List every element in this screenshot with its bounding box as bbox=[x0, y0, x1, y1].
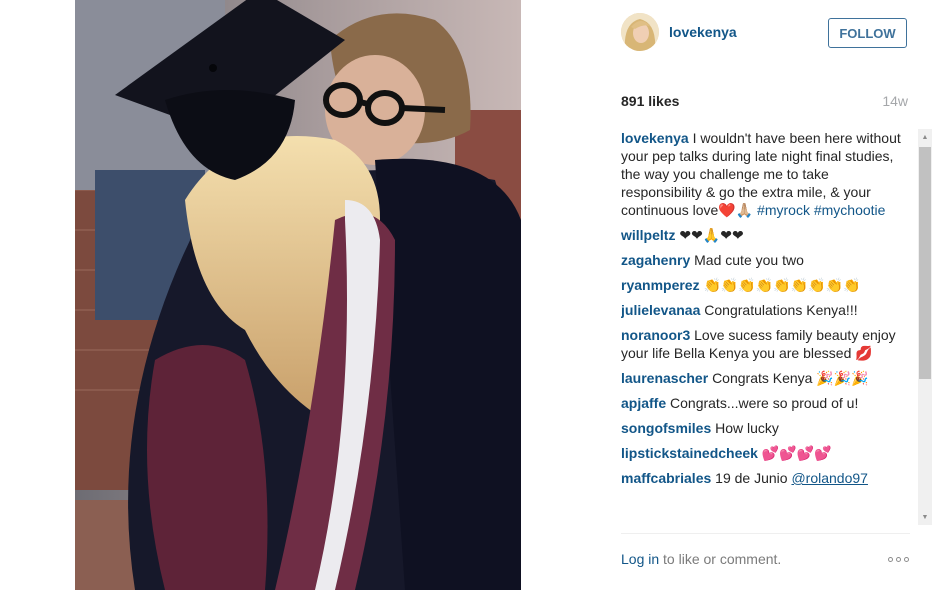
comment-text: 👏👏👏👏👏👏👏👏👏 bbox=[703, 277, 861, 293]
comment-author[interactable]: noranoor3 bbox=[621, 327, 690, 343]
comment-text: 19 de Junio bbox=[715, 470, 788, 486]
comment-item: noranoor3 Love sucess family beauty enjo… bbox=[621, 326, 911, 362]
dot-icon bbox=[904, 557, 909, 562]
scroll-down-arrow-icon[interactable]: ▼ bbox=[918, 509, 932, 525]
mention-link[interactable]: @rolando97 bbox=[791, 470, 868, 486]
follow-button[interactable]: FOLLOW bbox=[828, 18, 907, 48]
comments-list[interactable]: lovekenya I wouldn't have been here with… bbox=[621, 129, 911, 522]
avatar-image bbox=[621, 13, 659, 51]
post-age[interactable]: 14w bbox=[882, 93, 908, 109]
scroll-thumb[interactable] bbox=[919, 147, 931, 379]
comment-author[interactable]: apjaffe bbox=[621, 395, 666, 411]
comment-text: ❤❤🙏❤❤ bbox=[679, 227, 744, 243]
comment-item: zagahenry Mad cute you two bbox=[621, 251, 911, 269]
comment-item: maffcabriales 19 de Junio @rolando97 bbox=[621, 469, 911, 487]
comment-author[interactable]: songofsmiles bbox=[621, 420, 711, 436]
dot-icon bbox=[888, 557, 893, 562]
comment-author[interactable]: laurenascher bbox=[621, 370, 708, 386]
comment-text: How lucky bbox=[715, 420, 779, 436]
comment-author[interactable]: lovekenya bbox=[621, 130, 689, 146]
comment-item: ryanmperez 👏👏👏👏👏👏👏👏👏 bbox=[621, 276, 911, 294]
footer-divider bbox=[621, 533, 910, 534]
comment-text: Mad cute you two bbox=[694, 252, 804, 268]
post-photo[interactable] bbox=[75, 0, 521, 590]
comment-text: Congrats Kenya 🎉🎉🎉 bbox=[712, 370, 869, 386]
graduation-photo bbox=[75, 0, 521, 590]
comment-item: laurenascher Congrats Kenya 🎉🎉🎉 bbox=[621, 369, 911, 387]
comment-author[interactable]: maffcabriales bbox=[621, 470, 711, 486]
comment-author[interactable]: zagahenry bbox=[621, 252, 690, 268]
post-meta: 891 likes 14w bbox=[621, 93, 908, 111]
post-footer: Log in to like or comment. bbox=[621, 551, 910, 571]
comment-item: willpeltz ❤❤🙏❤❤ bbox=[621, 226, 911, 244]
comment-item: apjaffe Congrats...were so proud of u! bbox=[621, 394, 911, 412]
post-username-link[interactable]: lovekenya bbox=[669, 24, 737, 40]
more-options-icon[interactable] bbox=[888, 557, 909, 562]
caption: lovekenya I wouldn't have been here with… bbox=[621, 129, 911, 219]
scroll-up-arrow-icon[interactable]: ▲ bbox=[918, 129, 932, 145]
comment-text: 💕💕💕💕 bbox=[761, 445, 832, 461]
dot-icon bbox=[896, 557, 901, 562]
comment-item: songofsmiles How lucky bbox=[621, 419, 911, 437]
comment-author[interactable]: ryanmperez bbox=[621, 277, 700, 293]
login-prompt-text: to like or comment. bbox=[659, 551, 782, 567]
comment-author[interactable]: lipstickstainedcheek bbox=[621, 445, 758, 461]
post-sidebar: lovekenya FOLLOW 891 likes 14w lovekenya… bbox=[521, 0, 933, 590]
login-link[interactable]: Log in bbox=[621, 551, 659, 567]
comments-scrollbar[interactable]: ▲ ▼ bbox=[918, 129, 932, 525]
comment-author[interactable]: willpeltz bbox=[621, 227, 675, 243]
hashtag-link[interactable]: #myrock #mychootie bbox=[757, 202, 885, 218]
comment-author[interactable]: julielevanaa bbox=[621, 302, 700, 318]
comment-text: Congrats...were so proud of u! bbox=[670, 395, 859, 411]
comment-item: julielevanaa Congratulations Kenya!!! bbox=[621, 301, 911, 319]
post-header: lovekenya FOLLOW bbox=[521, 0, 933, 68]
likes-count[interactable]: 891 likes bbox=[621, 93, 679, 109]
comment-text: Congratulations Kenya!!! bbox=[704, 302, 858, 318]
comment-item: lipstickstainedcheek 💕💕💕💕 bbox=[621, 444, 911, 462]
avatar[interactable] bbox=[621, 13, 659, 51]
